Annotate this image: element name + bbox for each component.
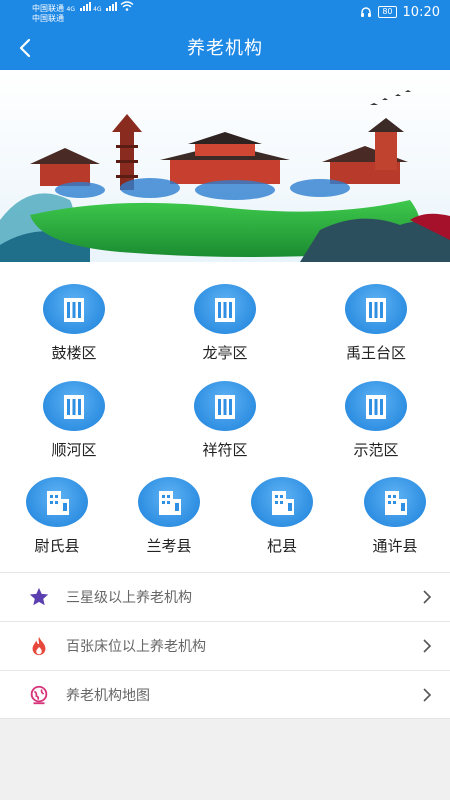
- district-label: 兰考县: [146, 537, 192, 555]
- district-label: 顺河区: [51, 441, 97, 459]
- menu-item-map[interactable]: 养老机构地图: [0, 670, 450, 719]
- district-label: 鼓楼区: [51, 344, 97, 362]
- building-icon: [251, 477, 313, 527]
- headset-icon: [361, 7, 372, 17]
- clock: 10:20: [402, 4, 440, 20]
- building-icon: [138, 477, 200, 527]
- status-bar: 中国联通 4G 4G 中国联通 80 10:20: [0, 0, 450, 24]
- carrier-info: 中国联通 4G 4G 中国联通: [32, 1, 134, 23]
- wifi-icon: [120, 1, 134, 11]
- app-header: 中国联通 4G 4G 中国联通 80 10:20 养老机构: [0, 0, 450, 70]
- network-type-1: 4G: [66, 6, 76, 13]
- district-item-longting[interactable]: 龙亭区: [180, 284, 270, 364]
- district-item-qixian[interactable]: 杞县: [237, 477, 327, 557]
- district-label: 禹王台区: [345, 344, 406, 362]
- network-type-2: 4G: [93, 6, 102, 13]
- district-item-weishi[interactable]: 尉氏县: [12, 477, 102, 557]
- signal-icon: [79, 1, 91, 11]
- banner-image: [0, 70, 450, 262]
- menu-list: 三星级以上养老机构 百张床位以上养老机构 养老机构地图: [0, 572, 450, 719]
- district-label: 龙亭区: [202, 344, 248, 362]
- building-icon: [26, 477, 88, 527]
- nav-bar: 养老机构: [0, 24, 450, 70]
- carrier-2: 中国联通: [32, 14, 64, 23]
- globe-icon: [26, 682, 52, 708]
- signal-icon-2: [106, 1, 118, 11]
- banner-illustration: [0, 70, 450, 262]
- menu-item-label: 养老机构地图: [66, 687, 150, 704]
- carrier-1: 中国联通: [32, 4, 64, 13]
- building-icon: [43, 284, 105, 334]
- battery-indicator: 80: [378, 6, 397, 18]
- district-label: 杞县: [266, 537, 297, 555]
- district-label: 通许县: [372, 537, 418, 555]
- building-icon: [43, 381, 105, 431]
- menu-item-label: 三星级以上养老机构: [66, 590, 192, 606]
- district-item-xiangfu[interactable]: 祥符区: [180, 381, 270, 461]
- chevron-right-icon: [423, 590, 432, 604]
- district-item-gulou[interactable]: 鼓楼区: [29, 284, 119, 364]
- building-icon: [345, 381, 407, 431]
- district-item-lankao[interactable]: 兰考县: [124, 477, 214, 557]
- flame-icon: [26, 633, 52, 659]
- building-icon: [364, 477, 426, 527]
- building-icon: [194, 284, 256, 334]
- page-title: 养老机构: [187, 38, 263, 59]
- star-icon: [26, 584, 52, 610]
- district-item-tongxu[interactable]: 通许县: [350, 477, 440, 557]
- district-item-yuwangtai[interactable]: 禹王台区: [331, 284, 421, 364]
- menu-item-label: 百张床位以上养老机构: [66, 639, 206, 655]
- chevron-right-icon: [423, 687, 432, 702]
- district-label: 祥符区: [202, 441, 248, 459]
- menu-item-three-star[interactable]: 三星级以上养老机构: [0, 572, 450, 621]
- district-grid: 鼓楼区 龙亭区 禹王台区 顺河区 祥符区 示范区 尉氏县 兰考县 杞县 通许县: [0, 262, 450, 572]
- menu-item-hundred-beds[interactable]: 百张床位以上养老机构: [0, 621, 450, 670]
- chevron-right-icon: [423, 639, 432, 653]
- district-label: 尉氏县: [34, 537, 80, 555]
- district-label: 示范区: [353, 441, 399, 459]
- district-item-shifan[interactable]: 示范区: [331, 381, 421, 461]
- building-icon: [345, 284, 407, 334]
- building-icon: [194, 381, 256, 431]
- back-icon[interactable]: [14, 36, 38, 60]
- district-item-shunhe[interactable]: 顺河区: [29, 381, 119, 461]
